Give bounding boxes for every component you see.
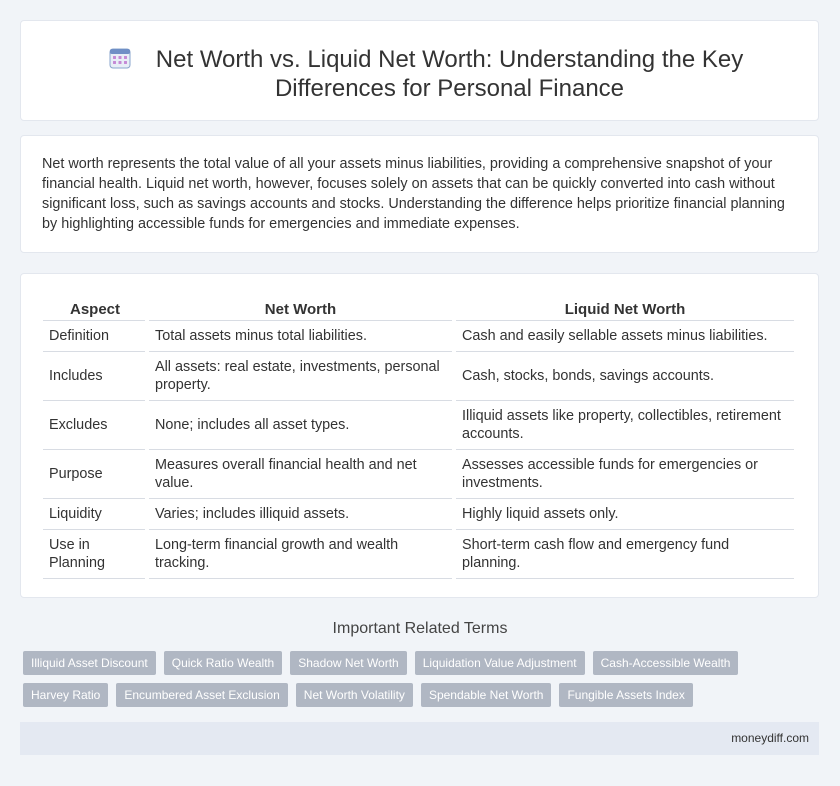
table-row: Use in Planning Long-term financial grow… [43,529,798,579]
table-cell-aspect: Use in Planning [43,529,149,579]
table-cell-net-worth: Measures overall financial health and ne… [147,449,456,499]
related-term-tag[interactable]: Cash-Accessible Wealth [592,651,739,675]
table-cell-liquid-net-worth: Cash and easily sellable assets minus li… [454,320,798,352]
table-row: Definition Total assets minus total liab… [43,320,798,352]
related-term-tag[interactable]: Net Worth Volatility [295,683,413,707]
table-cell-net-worth: Total assets minus total liabilities. [147,320,456,352]
tag-row: Illiquid Asset Discount Quick Ratio Weal… [23,651,813,675]
comparison-table-card: Aspect Net Worth Liquid Net Worth Defini… [20,273,819,598]
footer-site-name: moneydiff.com [731,731,809,745]
related-terms-tags: Illiquid Asset Discount Quick Ratio Weal… [23,651,813,715]
tag-row: Harvey Ratio Encumbered Asset Exclusion … [23,683,813,707]
comparison-table: Aspect Net Worth Liquid Net Worth Defini… [43,294,798,579]
related-term-tag[interactable]: Liquidation Value Adjustment [414,651,585,675]
table-row: Purpose Measures overall financial healt… [43,449,798,499]
related-term-tag[interactable]: Spendable Net Worth [420,683,552,707]
related-term-tag[interactable]: Fungible Assets Index [559,683,693,707]
table-cell-aspect: Purpose [43,449,149,499]
related-terms-title: Important Related Terms [332,620,508,637]
intro-paragraph: Net worth represents the total value of … [42,156,785,232]
table-cell-aspect: Includes [43,351,149,401]
table-cell-aspect: Definition [43,320,149,352]
table-cell-liquid-net-worth: Assesses accessible funds for emergencie… [454,449,798,499]
table-cell-aspect: Excludes [43,400,149,450]
table-cell-liquid-net-worth: Highly liquid assets only. [454,498,798,530]
title-card: Net Worth vs. Liquid Net Worth: Understa… [20,20,819,121]
table-cell-liquid-net-worth: Cash, stocks, bonds, savings accounts. [454,351,798,401]
table-row: Excludes None; includes all asset types.… [43,400,798,450]
table-cell-net-worth: Varies; includes illiquid assets. [147,498,456,530]
table-cell-aspect: Liquidity [43,498,149,530]
table-row: Includes All assets: real estate, invest… [43,351,798,401]
table-cell-net-worth: None; includes all asset types. [147,400,456,450]
page-title: Net Worth vs. Liquid Net Worth: Understa… [155,46,744,102]
table-cell-net-worth: Long-term financial growth and wealth tr… [147,529,456,579]
related-term-tag[interactable]: Encumbered Asset Exclusion [116,683,288,707]
related-term-tag[interactable]: Illiquid Asset Discount [23,651,156,675]
table-row: Liquidity Varies; includes illiquid asse… [43,498,798,530]
table-cell-liquid-net-worth: Short-term cash flow and emergency fund … [454,529,798,579]
column-header-net-worth: Net Worth [147,294,454,321]
column-header-aspect: Aspect [43,294,147,321]
related-term-tag[interactable]: Quick Ratio Wealth [163,651,283,675]
intro-card: Net worth represents the total value of … [20,135,819,253]
table-cell-net-worth: All assets: real estate, investments, pe… [147,351,456,401]
related-term-tag[interactable]: Shadow Net Worth [290,651,407,675]
column-header-liquid-net-worth: Liquid Net Worth [454,294,796,321]
footer: moneydiff.com [20,722,819,755]
table-cell-liquid-net-worth: Illiquid assets like property, collectib… [454,400,798,450]
table-header-row: Aspect Net Worth Liquid Net Worth [43,294,796,321]
related-term-tag[interactable]: Harvey Ratio [23,683,109,707]
